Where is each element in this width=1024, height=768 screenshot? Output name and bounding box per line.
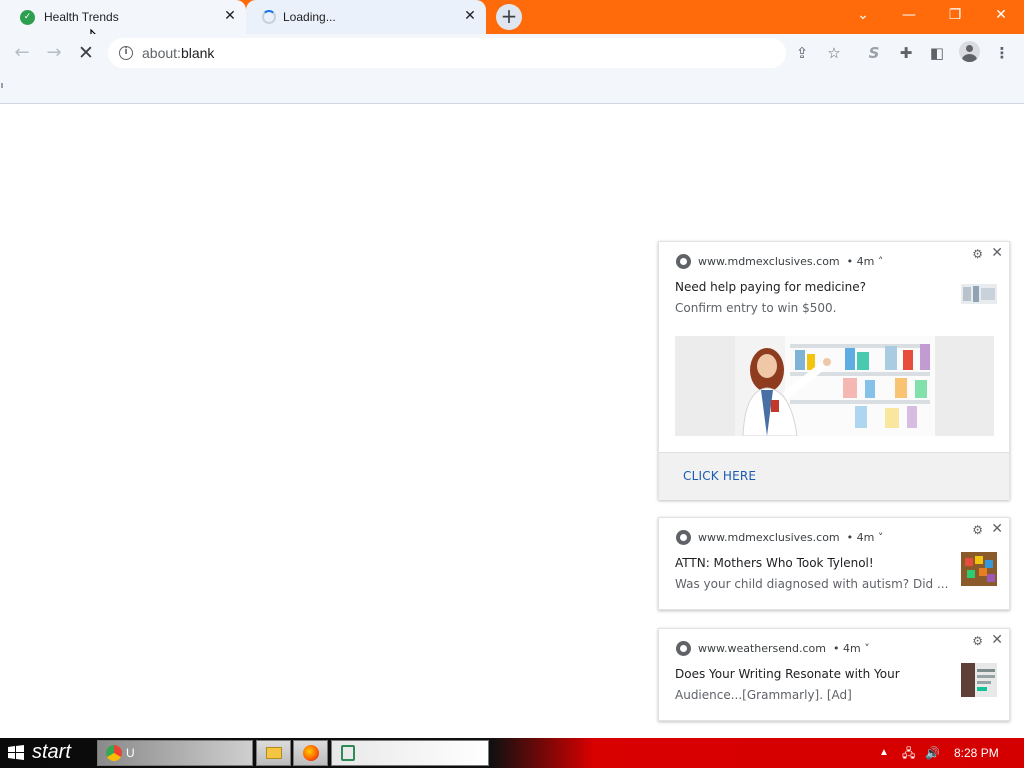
- url-scheme: about:: [142, 45, 181, 61]
- url-host: blank: [180, 45, 215, 61]
- address-bar[interactable]: i about:blank: [108, 38, 786, 68]
- profile-avatar-icon[interactable]: [959, 41, 980, 62]
- taskbar-button-explorer[interactable]: [256, 740, 291, 766]
- stop-loading-button[interactable]: ✕: [74, 42, 98, 66]
- chrome-logo-icon: [676, 530, 691, 545]
- settings-gear-icon[interactable]: ⚙: [972, 247, 983, 261]
- pharmacist-photo: [735, 336, 935, 436]
- tab-search-chevron-icon[interactable]: ⌄: [840, 0, 886, 30]
- tab-loading[interactable]: Loading... ✕: [246, 0, 486, 34]
- taskbar-button-recycle[interactable]: [331, 740, 489, 766]
- network-icon[interactable]: 🖧: [902, 738, 915, 768]
- start-button[interactable]: start: [0, 739, 94, 767]
- notification-title: Does Your Writing Resonate with Your: [675, 667, 900, 681]
- volume-icon[interactable]: 🔊: [925, 738, 940, 768]
- tab-title: Health Trends: [44, 10, 119, 24]
- address-bar-url[interactable]: about:blank: [142, 45, 214, 61]
- close-tab-icon[interactable]: ✕: [462, 8, 478, 24]
- notification-thumbnail: [961, 552, 997, 586]
- settings-gear-icon[interactable]: ⚙: [972, 634, 983, 648]
- tray-expand-icon[interactable]: ▲: [879, 738, 889, 768]
- firefox-icon: [303, 745, 319, 761]
- notification-thumbnail: [961, 284, 997, 304]
- new-tab-button[interactable]: +: [496, 4, 522, 30]
- notification-body: Was your child diagnosed with autism? Di…: [675, 577, 949, 591]
- side-panel-icon[interactable]: ◧: [926, 42, 948, 64]
- shield-check-icon: ✓: [20, 10, 35, 25]
- extensions-puzzle-icon[interactable]: ✚: [895, 42, 917, 64]
- recycle-icon: [341, 745, 355, 761]
- notification-card[interactable]: www.mdmexclusives.com • 4m ˅ ⚙ ✕ ATTN: M…: [658, 517, 1010, 610]
- close-window-button[interactable]: ✕: [978, 0, 1024, 30]
- click-here-button[interactable]: CLICK HERE: [683, 469, 756, 483]
- notification-thumbnail: [961, 663, 997, 697]
- notification-origin: www.mdmexclusives.com • 4m ˅: [698, 531, 884, 544]
- notification-title: Need help paying for medicine?: [675, 280, 866, 294]
- forward-button[interactable]: →: [42, 42, 66, 66]
- folder-icon: [266, 747, 282, 759]
- chrome-icon: [106, 745, 122, 761]
- loading-indicator: [1, 83, 3, 88]
- taskbar-button-label: U: [126, 746, 135, 760]
- notification-title: ATTN: Mothers Who Took Tylenol!: [675, 556, 874, 570]
- notification-card[interactable]: www.mdmexclusives.com • 4m ˄ ⚙ ✕ Need he…: [658, 241, 1010, 500]
- tab-title: Loading...: [283, 10, 336, 24]
- menu-kebab-icon[interactable]: ⋮: [991, 42, 1013, 64]
- taskbar: start U ▲ 🖧 🔊 8:28 PM: [0, 738, 1024, 768]
- close-icon[interactable]: ✕: [991, 245, 1003, 261]
- back-button[interactable]: ←: [10, 42, 34, 66]
- notification-body: Confirm entry to win $500.: [675, 301, 837, 315]
- browser-titlebar: ✓ Health Trends ✕ Loading... ✕ + ⌄ — ❐ ✕: [0, 0, 1024, 34]
- notification-hero-image: [675, 336, 994, 436]
- chrome-logo-icon: [676, 254, 691, 269]
- notification-origin: www.weathersend.com • 4m ˅: [698, 642, 870, 655]
- bookmark-star-icon[interactable]: ☆: [823, 42, 845, 64]
- minimize-button[interactable]: —: [886, 0, 932, 30]
- browser-toolbar: ← → ✕ i about:blank ⇪ ☆ S ✚ ◧ ⋮: [0, 34, 1024, 104]
- notification-action-bar: CLICK HERE: [659, 452, 1009, 500]
- loading-spinner-icon: [262, 10, 276, 24]
- notification-body: Audience...[Grammarly]. [Ad]: [675, 688, 852, 702]
- share-icon[interactable]: ⇪: [791, 42, 813, 64]
- notification-card[interactable]: www.weathersend.com • 4m ˅ ⚙ ✕ Does Your…: [658, 628, 1010, 721]
- tab-health-trends[interactable]: ✓ Health Trends ✕: [0, 0, 246, 34]
- close-icon[interactable]: ✕: [991, 632, 1003, 648]
- settings-gear-icon[interactable]: ⚙: [972, 523, 983, 537]
- chrome-logo-icon: [676, 641, 691, 656]
- info-icon[interactable]: i: [119, 46, 133, 60]
- windows-logo-icon: [8, 745, 24, 760]
- restore-button[interactable]: ❐: [932, 0, 978, 30]
- taskbar-button-firefox[interactable]: [293, 740, 328, 766]
- close-icon[interactable]: ✕: [991, 521, 1003, 537]
- taskbar-button-chrome[interactable]: U: [97, 740, 253, 766]
- close-tab-icon[interactable]: ✕: [222, 8, 238, 24]
- extension-s-icon[interactable]: S: [863, 42, 885, 64]
- notification-origin: www.mdmexclusives.com • 4m ˄: [698, 255, 884, 268]
- start-label: start: [32, 741, 71, 763]
- clock[interactable]: 8:28 PM: [954, 738, 999, 768]
